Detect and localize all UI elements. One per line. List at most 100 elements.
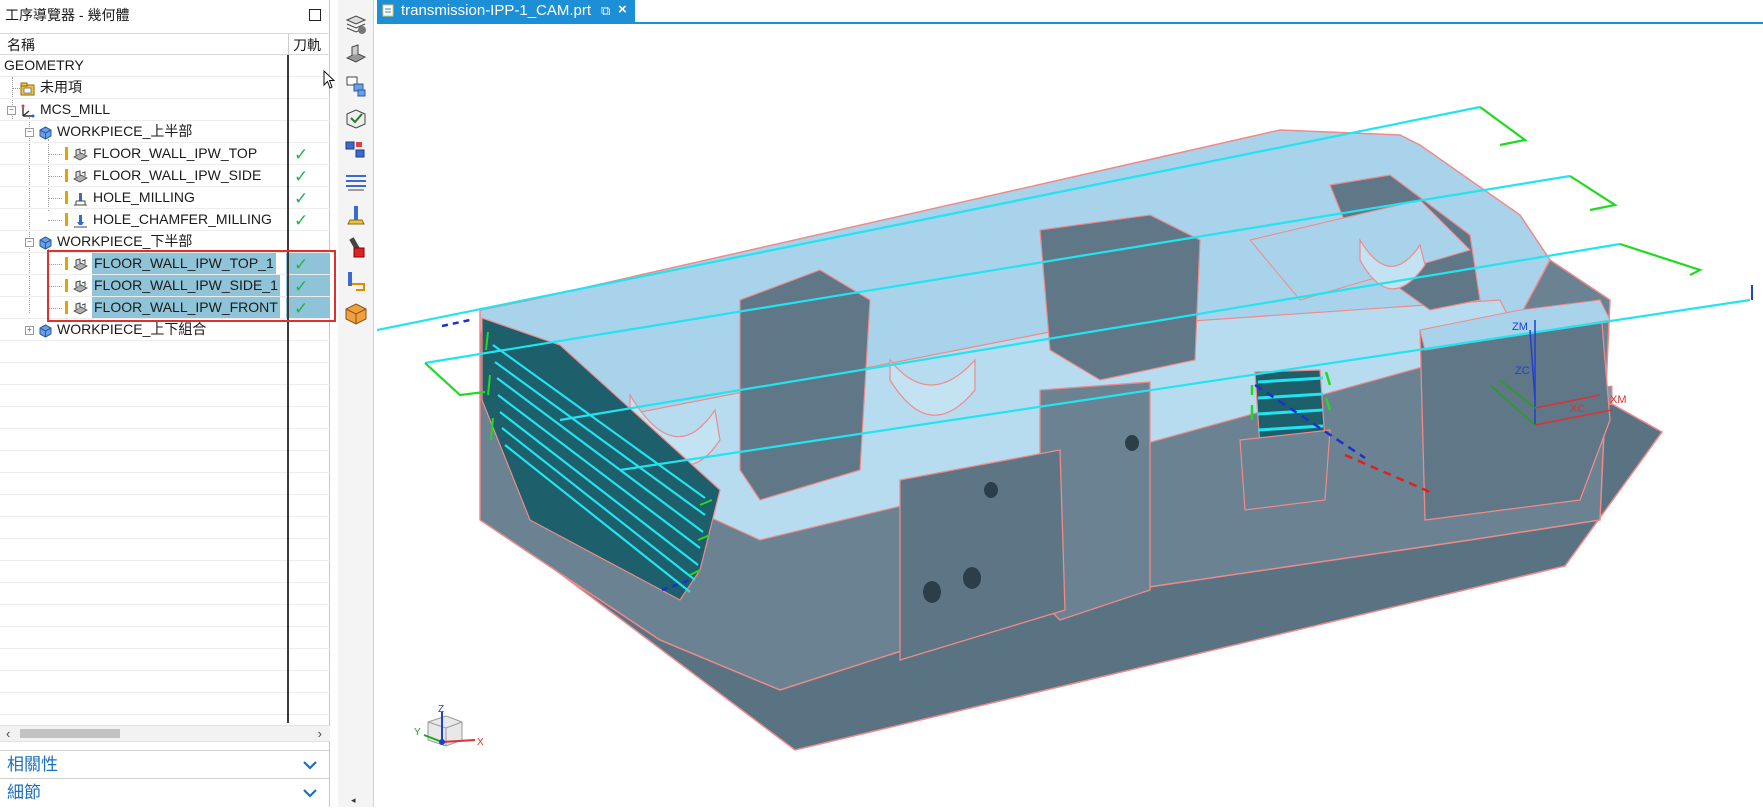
toolpath-list-icon[interactable] [344,170,368,194]
tree-row-operation-selected[interactable]: FLOOR_WALL_IPW_FRONT ✓ [0,297,330,319]
verify-toolpath-icon[interactable] [344,302,368,326]
collapse-icon[interactable]: − [25,238,34,247]
section-title: 細節 [7,783,41,802]
column-header-name[interactable]: 名稱 [7,34,35,56]
view-triad-icon[interactable]: Z Y X [414,704,484,748]
toolpath-status-check-icon: ✓ [294,211,309,230]
tree-row-label: FLOOR_WALL_IPW_TOP_1 [92,253,276,274]
tree-row-operation-selected[interactable]: FLOOR_WALL_IPW_SIDE_1 ✓ [0,275,330,297]
machine-tool-view-icon[interactable] [344,42,368,66]
empty-row [0,385,330,407]
axis-label-xc: XC [1570,403,1585,415]
tree-row-label: FLOOR_WALL_IPW_SIDE_1 [92,275,280,296]
tree-row-label: FLOOR_WALL_IPW_SIDE [93,167,262,183]
toolpath-status-check-icon: ✓ [294,145,309,164]
tree-row-label: 未用項 [40,79,82,95]
tree-row-label: WORKPIECE_上半部 [57,123,193,139]
empty-row [0,517,330,539]
empty-row [0,561,330,583]
empty-row [0,649,330,671]
create-tool-icon[interactable] [344,204,368,228]
tree-row-operation-selected[interactable]: FLOOR_WALL_IPW_TOP_1 ✓ [0,253,330,275]
machining-method-view-icon[interactable] [344,106,368,130]
details-section[interactable]: 細節 [0,778,330,806]
tree-row-label: FLOOR_WALL_IPW_TOP [93,145,258,161]
workpiece-icon [38,125,53,140]
empty-row [0,363,330,385]
tree-row-label: HOLE_CHAMFER_MILLING [93,211,272,227]
floor-wall-operation-icon [73,169,88,183]
section-title: 相關性 [7,755,58,774]
empty-row [0,429,330,451]
maximize-icon[interactable] [309,9,321,21]
column-header-toolpath[interactable]: 刀軌 [293,34,321,56]
collapse-icon[interactable]: − [25,128,34,137]
dependencies-section[interactable]: 相關性 [0,750,330,778]
empty-row [0,605,330,627]
tree-row-geometry[interactable]: GEOMETRY [0,55,330,77]
mouse-pointer-icon [323,70,336,89]
float-window-icon[interactable]: ⧉ [601,0,610,21]
repost-flag-icon [65,147,68,160]
toolpath-status-check-icon: ✓ [294,277,309,296]
repost-flag-icon [65,257,68,270]
create-geometry-icon[interactable] [344,138,368,162]
graphics-viewport[interactable]: ZM ZC XC XM Z Y X [377,24,1763,807]
tree-row-workpiece-lower[interactable]: − WORKPIECE_下半部 [0,231,330,253]
part-file-icon [382,4,394,17]
tree-row-label: MCS_MILL [40,101,111,117]
tree-row-operation[interactable]: HOLE_MILLING ✓ [0,187,330,209]
horizontal-scrollbar[interactable]: ‹ › [0,725,330,742]
tree-row-operation[interactable]: FLOOR_WALL_IPW_TOP ✓ [0,143,330,165]
resource-bar-scroll-icon[interactable]: ◂ [351,795,356,806]
empty-row [0,539,330,561]
operation-navigator-panel: 工序導覽器 - 幾何體 名稱 刀軌 GEOMETRY 未用項 − MCS_MIL… [0,0,336,807]
hole-chamfer-operation-icon [73,213,88,228]
column-divider[interactable] [288,34,289,56]
workpiece-icon [38,235,53,250]
floor-wall-operation-icon [73,301,88,315]
scroll-right-icon[interactable]: › [318,726,322,741]
triad-label-z: Z [438,704,444,715]
scrollbar-thumb[interactable] [20,729,120,738]
repost-flag-icon [65,213,68,226]
navigator-title: 工序導覽器 - 幾何體 [5,7,130,23]
tree-row-operation[interactable]: HOLE_CHAMFER_MILLING ✓ [0,209,330,231]
repost-flag-icon [65,301,68,314]
document-tab[interactable]: transmission-IPP-1_CAM.prt ⧉ × [377,0,635,22]
tree-row-workpiece-combined[interactable]: + WORKPIECE_上下組合 [0,319,330,341]
empty-row [0,693,330,715]
triad-label-x: X [477,737,484,748]
empty-row [0,473,330,495]
navigator-column-header: 名稱 刀軌 [0,33,330,56]
chevron-down-icon[interactable] [302,751,318,780]
floor-wall-operation-icon [73,257,88,271]
close-icon[interactable]: × [618,0,627,20]
generate-toolpath-icon[interactable] [344,270,368,294]
program-order-view-icon[interactable] [344,12,368,36]
tree-row-label: FLOOR_WALL_IPW_FRONT [92,297,280,318]
tree-row-label: HOLE_MILLING [93,189,195,205]
create-operation-icon[interactable] [344,236,368,260]
empty-row [0,671,330,693]
tree-row-unused-items[interactable]: 未用項 [0,77,330,99]
geometry-view-icon[interactable] [344,74,368,98]
tree-row-workpiece-upper[interactable]: − WORKPIECE_上半部 [0,121,330,143]
toolpath-status-check-icon: ✓ [294,167,309,186]
scroll-left-icon[interactable]: ‹ [6,726,10,741]
tree-row-label: WORKPIECE_上下組合 [57,321,207,337]
hole-milling-operation-icon [73,191,88,206]
tree-row-label: WORKPIECE_下半部 [57,233,193,249]
empty-row [0,583,330,605]
tree-row-mcs-mill[interactable]: − MCS_MILL [0,99,330,121]
expand-icon[interactable]: + [25,326,34,335]
repost-flag-icon [65,191,68,204]
part-model-render[interactable]: ZM ZC XC XM Z Y X [377,24,1763,807]
tree-row-label: GEOMETRY [4,57,84,73]
collapse-icon[interactable]: − [7,106,16,115]
chevron-down-icon[interactable] [302,779,318,808]
empty-row [0,451,330,473]
toolpath-status-check-icon: ✓ [294,189,309,208]
unused-folder-icon [20,81,35,96]
tree-row-operation[interactable]: FLOOR_WALL_IPW_SIDE ✓ [0,165,330,187]
